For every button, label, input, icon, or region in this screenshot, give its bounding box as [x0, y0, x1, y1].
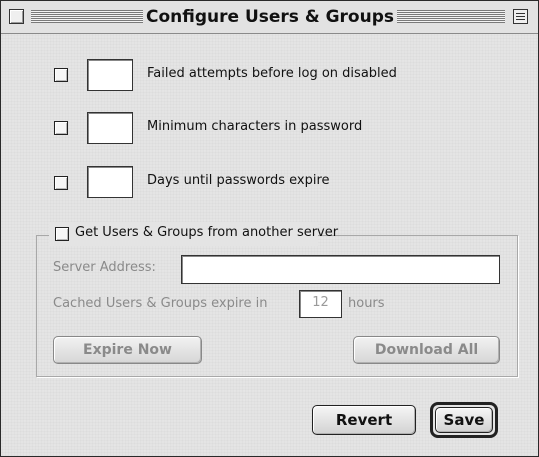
- hours-label: hours: [348, 296, 385, 311]
- server-address-label: Server Address:: [53, 260, 156, 275]
- failed-attempts-checkbox[interactable]: [54, 68, 68, 82]
- title-bar[interactable]: Configure Users & Groups: [1, 1, 538, 34]
- save-button[interactable]: Save: [435, 407, 493, 433]
- get-from-server-checkbox[interactable]: [55, 227, 69, 241]
- minimum-characters-checkbox[interactable]: [54, 121, 68, 135]
- server-group-header: Get Users & Groups from another server: [49, 222, 338, 246]
- server-address-input[interactable]: [181, 255, 500, 284]
- days-until-expire-checkbox[interactable]: [54, 176, 68, 190]
- failed-attempts-label: Failed attempts before log on disabled: [147, 66, 397, 81]
- configure-users-groups-window: Configure Users & Groups Failed attempts…: [0, 0, 539, 457]
- window-title: Configure Users & Groups: [143, 7, 397, 27]
- failed-attempts-field[interactable]: [87, 59, 133, 91]
- minimum-characters-field[interactable]: [87, 112, 133, 144]
- expire-now-button[interactable]: Expire Now: [53, 336, 202, 364]
- revert-button[interactable]: Revert: [312, 405, 416, 435]
- get-from-server-label: Get Users & Groups from another server: [75, 225, 339, 240]
- title-bar-stripes: [31, 10, 143, 23]
- cache-expire-label: Cached Users & Groups expire in: [53, 296, 268, 311]
- cache-hours-input[interactable]: 12: [299, 290, 342, 318]
- days-until-expire-label: Days until passwords expire: [147, 173, 330, 188]
- close-box-icon[interactable]: [9, 9, 24, 24]
- minimum-characters-label: Minimum characters in password: [147, 119, 363, 134]
- collapse-box-icon[interactable]: [513, 9, 528, 24]
- days-until-expire-field[interactable]: [87, 166, 133, 198]
- download-all-button[interactable]: Download All: [353, 336, 500, 364]
- title-bar-stripes: [397, 10, 505, 23]
